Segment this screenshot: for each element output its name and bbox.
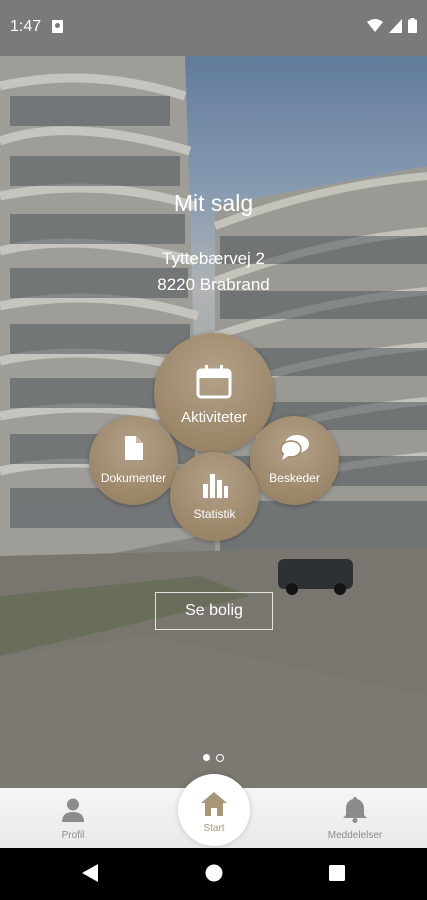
home-icon — [201, 792, 227, 816]
dokumenter-label: Dokumenter — [100, 471, 167, 485]
status-icons — [367, 18, 417, 33]
dokumenter-button[interactable]: Dokumenter — [89, 416, 178, 505]
nav-meddelelser[interactable]: Meddelelser — [314, 788, 396, 848]
statistik-label: Statistik — [193, 507, 236, 521]
notification-icon — [52, 20, 63, 33]
back-icon[interactable] — [82, 864, 98, 882]
page-title: Mit salg — [173, 190, 254, 216]
system-nav-bar — [0, 848, 427, 900]
address-city: 8220 Brabrand — [157, 275, 270, 294]
calendar-icon — [196, 365, 232, 399]
wifi-icon — [367, 18, 383, 32]
recents-icon[interactable] — [329, 864, 345, 882]
nav-profil[interactable]: Profil — [40, 788, 106, 848]
signal-icon — [389, 18, 402, 33]
se-bolig-button[interactable]: Se bolig — [155, 592, 273, 630]
battery-icon — [408, 18, 417, 33]
bar-chart-icon — [202, 474, 228, 498]
status-time: 1:47 — [10, 18, 42, 35]
document-icon — [124, 436, 143, 460]
address-street: Tyttebærvej 2 — [162, 249, 265, 268]
hero-background: Mit salg Tyttebærvej 2 8220 Brabrand Akt… — [0, 56, 427, 788]
page-indicator — [203, 754, 224, 762]
nav-profil-label: Profil — [61, 830, 85, 841]
bell-icon — [343, 797, 367, 823]
aktiviteter-label: Aktiviteter — [181, 409, 247, 426]
chat-icon — [279, 435, 309, 460]
nav-start[interactable]: Start — [178, 774, 250, 846]
page-dot[interactable] — [216, 754, 224, 762]
person-icon — [62, 798, 84, 822]
beskeder-button[interactable]: Beskeder — [250, 416, 339, 505]
statistik-button[interactable]: Statistik — [170, 452, 259, 541]
nav-meddelelser-label: Meddelelser — [327, 830, 383, 841]
aktiviteter-button[interactable]: Aktiviteter — [154, 333, 274, 453]
bottom-nav: Profil Start Meddelelser — [0, 774, 427, 848]
nav-start-label: Start — [203, 823, 225, 834]
status-bar: 1:47 — [0, 0, 427, 56]
beskeder-label: Beskeder — [269, 471, 320, 485]
page-dot-active[interactable] — [203, 754, 210, 761]
home-circle-icon[interactable] — [205, 864, 223, 882]
